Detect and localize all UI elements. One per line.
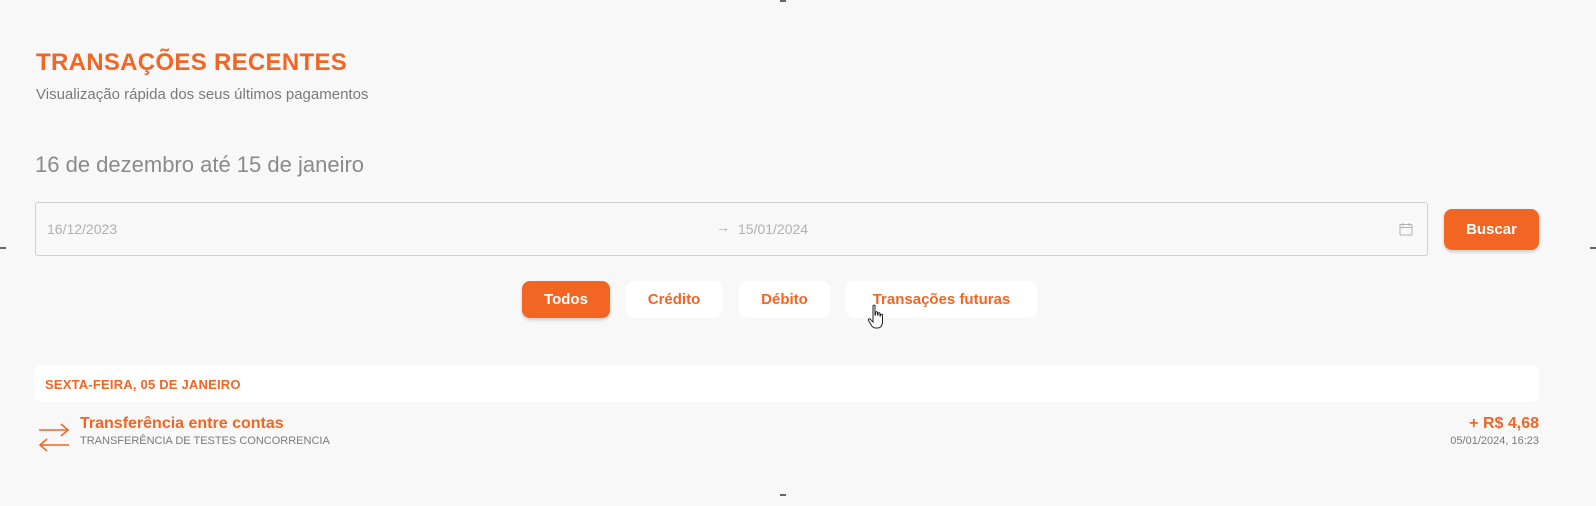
resize-handle-top[interactable] [780, 0, 786, 2]
transaction-datetime: 05/01/2024, 16:23 [1450, 435, 1539, 447]
resize-handle-bottom[interactable] [780, 494, 786, 496]
day-group-header: SEXTA-FEIRA, 05 DE JANEIRO [35, 365, 1539, 402]
search-button[interactable]: Buscar [1444, 209, 1539, 250]
transfer-arrows-icon [38, 423, 70, 452]
filter-debito-button[interactable]: Débito [739, 281, 830, 318]
day-group-label: SEXTA-FEIRA, 05 DE JANEIRO [45, 377, 241, 392]
date-range-picker[interactable]: 16/12/2023 → 15/01/2024 [35, 202, 1428, 256]
hand-pointer-cursor-icon [867, 304, 883, 329]
filter-todos-button[interactable]: Todos [522, 281, 610, 318]
end-date-input[interactable]: 15/01/2024 [738, 221, 808, 237]
transaction-description: TRANSFERÊNCIA DE TESTES CONCORRENCIA [80, 435, 330, 447]
page-subtitle: Visualização rápida dos seus últimos pag… [36, 86, 369, 103]
calendar-icon[interactable] [1399, 222, 1413, 236]
start-date-input[interactable]: 16/12/2023 [47, 221, 117, 237]
transaction-amount: + R$ 4,68 [1469, 415, 1539, 432]
transaction-name: Transferência entre contas [80, 415, 284, 432]
filter-credito-button[interactable]: Crédito [626, 281, 722, 318]
resize-handle-left[interactable] [0, 247, 6, 249]
page-title: TRANSAÇÕES RECENTES [36, 49, 348, 76]
recent-transactions-page: TRANSAÇÕES RECENTES Visualização rápida … [0, 0, 1596, 506]
resize-handle-right[interactable] [1590, 247, 1596, 249]
arrow-right-icon: → [716, 219, 730, 235]
period-label: 16 de dezembro até 15 de janeiro [35, 152, 365, 177]
